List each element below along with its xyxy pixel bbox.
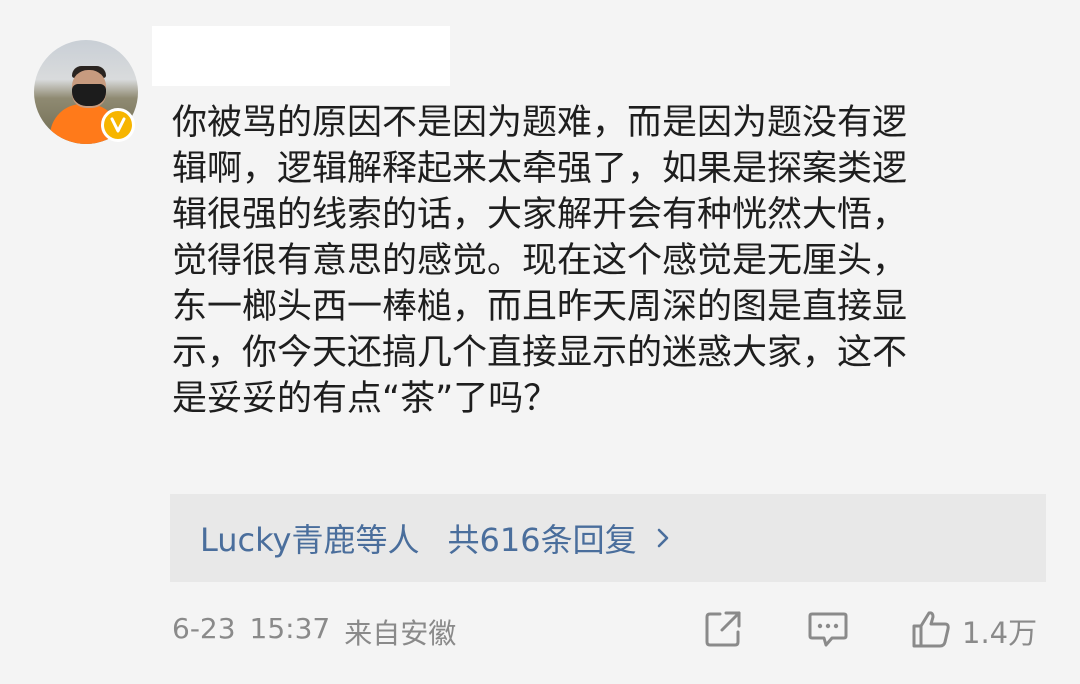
comment-line: 示，你今天还搞几个直接显示的迷惑大家，这不 (172, 333, 908, 373)
reply-users-suffix: 等人 (355, 521, 420, 559)
like-button[interactable]: 1.4万 (910, 610, 1037, 652)
comment-time: 15:37 (249, 612, 331, 645)
verified-badge-icon (101, 108, 135, 142)
comment-line: 你被骂的原因不是因为题难，而是因为题没有逻 (172, 103, 908, 143)
comment-location: 来自安徽 (344, 617, 457, 650)
replies-preview[interactable]: Lucky青鹿 等人 共616条回复 (170, 494, 1046, 582)
comment-line: 辑很强的线索的话，大家解开会有种恍然大悟， (172, 195, 908, 235)
comment-icon (806, 608, 850, 654)
chevron-right-icon (655, 526, 671, 550)
comment-meta: 6-23 15:37 来自安徽 (172, 612, 456, 652)
comment-line: 是妥妥的有点“茶”了吗？ (172, 379, 559, 419)
share-icon (702, 608, 744, 654)
reply-count-link[interactable]: 共616条回复 (448, 515, 637, 561)
thumbs-up-icon (910, 608, 954, 654)
reply-users-link[interactable]: Lucky青鹿 (200, 515, 355, 561)
reply-comment-button[interactable] (806, 610, 850, 652)
comment-line: 辑啊，逻辑解释起来太牵强了，如果是探案类逻 (172, 149, 908, 189)
comment-date: 6-23 (172, 612, 236, 645)
comment-line: 东一榔头西一棒槌，而且昨天周深的图是直接显 (172, 287, 908, 327)
share-button[interactable] (702, 610, 744, 652)
redacted-username (152, 26, 450, 86)
like-count: 1.4万 (962, 616, 1038, 650)
comment-line: 觉得很有意思的感觉。现在这个感觉是无厘头， (172, 241, 908, 281)
comment-text: 你被骂的原因不是因为题难，而是因为题没有逻 辑啊，逻辑解释起来太牵强了，如果是探… (172, 100, 1052, 422)
